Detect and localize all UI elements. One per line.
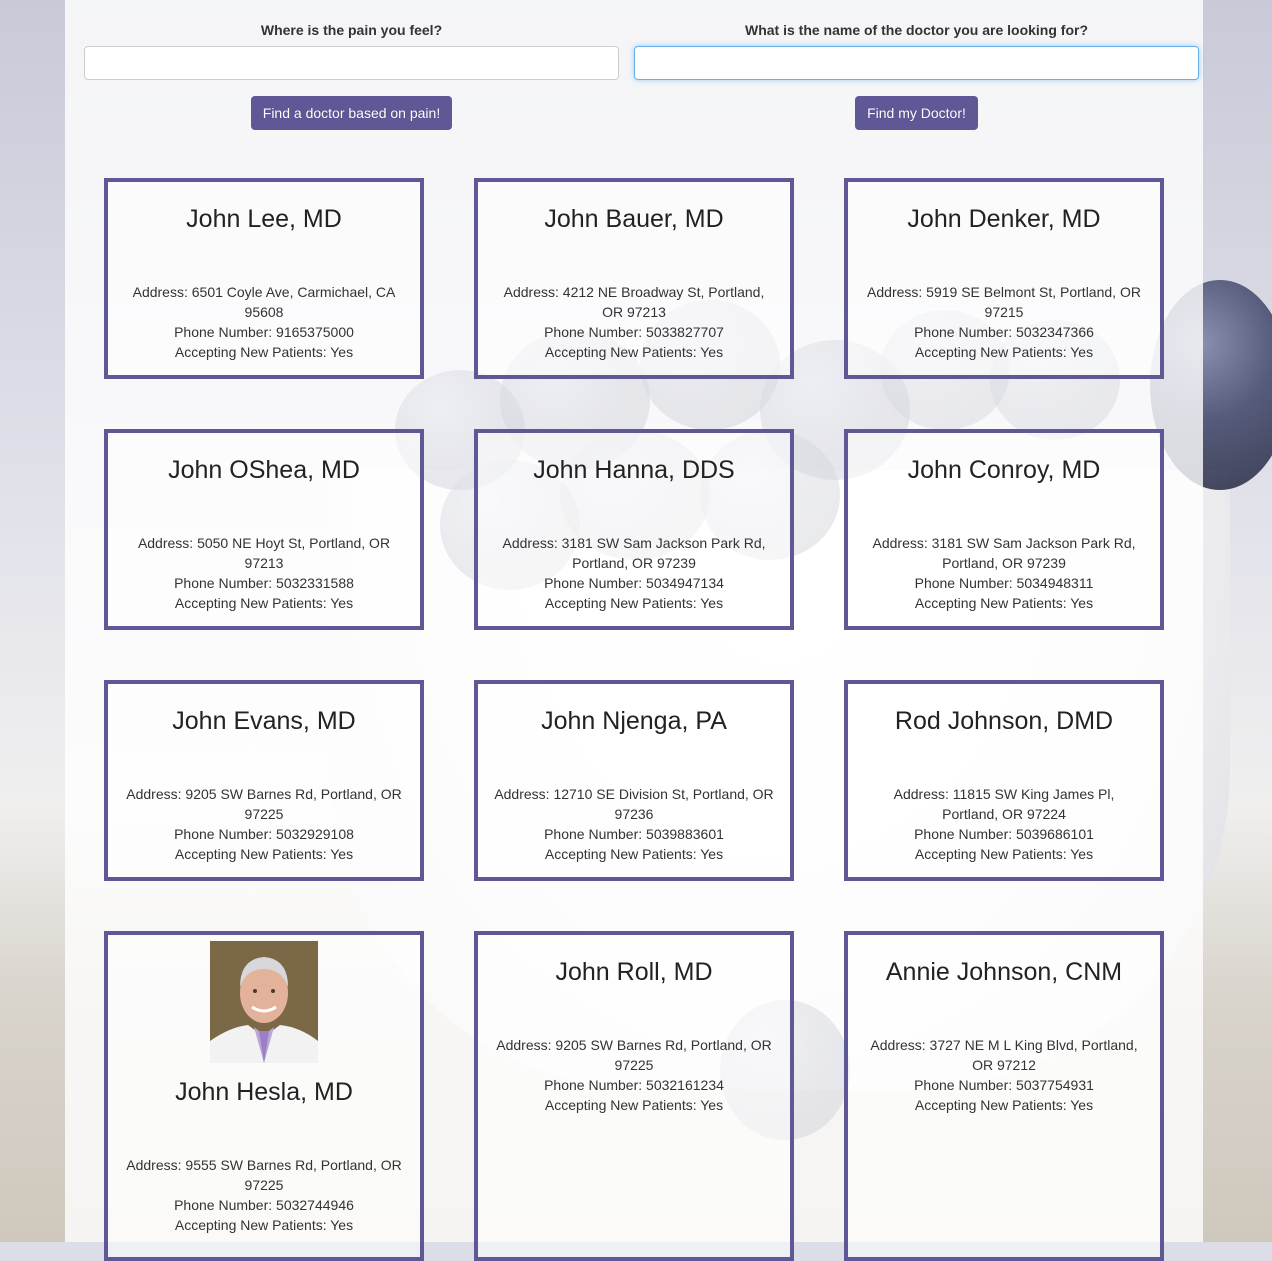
doctor-name: Rod Johnson, DMD bbox=[894, 707, 1114, 735]
doctor-name-input[interactable] bbox=[634, 46, 1199, 80]
doctor-info: Address: 6501 Coyle Ave, Carmichael, CA … bbox=[108, 282, 420, 362]
doctor-phone: Phone Number: 9165375000 bbox=[174, 324, 354, 340]
doctor-phone: Phone Number: 5032744946 bbox=[174, 1197, 354, 1213]
doctor-accepting: Accepting New Patients: Yes bbox=[174, 846, 354, 862]
doctor-address: Address: 9205 SW Barnes Rd, Portland, OR… bbox=[126, 786, 402, 822]
doctor-info: Address: 12710 SE Division St, Portland,… bbox=[478, 784, 790, 864]
doctor-name: John Bauer, MD bbox=[544, 205, 724, 233]
doctor-name: John Evans, MD bbox=[172, 707, 356, 735]
doctor-phone: Phone Number: 5034947134 bbox=[544, 575, 724, 591]
doctor-card[interactable]: John Denker, MD Address: 5919 SE Belmont… bbox=[844, 178, 1164, 379]
doctor-info: Address: 3181 SW Sam Jackson Park Rd, Po… bbox=[848, 533, 1160, 613]
doctor-card[interactable]: John Lee, MD Address: 6501 Coyle Ave, Ca… bbox=[104, 178, 424, 379]
pain-search-label: Where is the pain you feel? bbox=[260, 22, 443, 38]
doctor-accepting: Accepting New Patients: Yes bbox=[914, 846, 1094, 862]
doctor-card[interactable]: John Bauer, MD Address: 4212 NE Broadway… bbox=[474, 178, 794, 379]
doctor-card[interactable]: John Njenga, PA Address: 12710 SE Divisi… bbox=[474, 680, 794, 881]
doctor-name: John Lee, MD bbox=[186, 205, 342, 233]
doctor-address: Address: 6501 Coyle Ave, Carmichael, CA … bbox=[132, 284, 396, 320]
doctor-accepting: Accepting New Patients: Yes bbox=[544, 595, 724, 611]
doctor-accepting: Accepting New Patients: Yes bbox=[174, 1217, 354, 1233]
doctor-phone: Phone Number: 5033827707 bbox=[544, 324, 724, 340]
doctor-name: John Roll, MD bbox=[555, 958, 713, 986]
doctor-phone: Phone Number: 5037754931 bbox=[914, 1077, 1094, 1093]
doctor-card[interactable]: John Hesla, MD Address: 9555 SW Barnes R… bbox=[104, 931, 424, 1261]
doctor-accepting: Accepting New Patients: Yes bbox=[914, 344, 1094, 360]
doctor-accepting: Accepting New Patients: Yes bbox=[544, 1097, 724, 1113]
doctor-address: Address: 5919 SE Belmont St, Portland, O… bbox=[867, 284, 1141, 320]
doctor-accepting: Accepting New Patients: Yes bbox=[544, 344, 724, 360]
doctor-accepting: Accepting New Patients: Yes bbox=[544, 846, 724, 862]
doctor-card[interactable]: Rod Johnson, DMD Address: 11815 SW King … bbox=[844, 680, 1164, 881]
find-my-doctor-button[interactable]: Find my Doctor! bbox=[855, 96, 978, 130]
doctor-phone: Phone Number: 5032331588 bbox=[174, 575, 354, 591]
doctor-phone: Phone Number: 5032161234 bbox=[544, 1077, 724, 1093]
doctor-phone: Phone Number: 5032929108 bbox=[174, 826, 354, 842]
doctor-phone: Phone Number: 5039686101 bbox=[914, 826, 1094, 842]
doctor-name: John Hesla, MD bbox=[175, 1078, 353, 1106]
doctor-name: John Denker, MD bbox=[907, 205, 1101, 233]
doctor-search-label: What is the name of the doctor you are l… bbox=[744, 22, 1089, 38]
doctor-phone: Phone Number: 5032347366 bbox=[914, 324, 1094, 340]
doctor-phone: Phone Number: 5039883601 bbox=[544, 826, 724, 842]
doctor-card[interactable]: John Roll, MD Address: 9205 SW Barnes Rd… bbox=[474, 931, 794, 1261]
doctor-name: John Njenga, PA bbox=[541, 707, 727, 735]
doctor-search-section: What is the name of the doctor you are l… bbox=[634, 0, 1199, 130]
doctor-info: Address: 5919 SE Belmont St, Portland, O… bbox=[848, 282, 1160, 362]
doctor-address: Address: 3181 SW Sam Jackson Park Rd, Po… bbox=[502, 535, 766, 571]
doctor-address: Address: 3181 SW Sam Jackson Park Rd, Po… bbox=[872, 535, 1136, 571]
doctor-accepting: Accepting New Patients: Yes bbox=[174, 595, 354, 611]
doctor-accepting: Accepting New Patients: Yes bbox=[174, 344, 354, 360]
doctor-info: Address: 3727 NE M L King Blvd, Portland… bbox=[848, 1035, 1160, 1115]
doctor-card[interactable]: John Hanna, DDS Address: 3181 SW Sam Jac… bbox=[474, 429, 794, 630]
doctor-info: Address: 9555 SW Barnes Rd, Portland, OR… bbox=[108, 1155, 420, 1235]
doctor-photo bbox=[210, 941, 318, 1063]
pain-search-section: Where is the pain you feel? Find a docto… bbox=[84, 0, 619, 130]
doctor-info: Address: 3181 SW Sam Jackson Park Rd, Po… bbox=[478, 533, 790, 613]
doctor-info: Address: 4212 NE Broadway St, Portland, … bbox=[478, 282, 790, 362]
doctor-info: Address: 9205 SW Barnes Rd, Portland, OR… bbox=[478, 1035, 790, 1115]
doctor-card[interactable]: John OShea, MD Address: 5050 NE Hoyt St,… bbox=[104, 429, 424, 630]
doctor-address: Address: 5050 NE Hoyt St, Portland, OR 9… bbox=[137, 535, 391, 571]
doctor-card[interactable]: John Evans, MD Address: 9205 SW Barnes R… bbox=[104, 680, 424, 881]
doctor-info: Address: 9205 SW Barnes Rd, Portland, OR… bbox=[108, 784, 420, 864]
pain-search-input[interactable] bbox=[84, 46, 619, 80]
doctor-accepting: Accepting New Patients: Yes bbox=[914, 1097, 1094, 1113]
doctor-address: Address: 4212 NE Broadway St, Portland, … bbox=[503, 284, 765, 320]
doctor-address: Address: 11815 SW King James Pl, Portlan… bbox=[893, 786, 1115, 822]
doctor-name: John Conroy, MD bbox=[907, 456, 1101, 484]
doctor-name: Annie Johnson, CNM bbox=[885, 958, 1123, 986]
doctor-card[interactable]: Annie Johnson, CNM Address: 3727 NE M L … bbox=[844, 931, 1164, 1261]
doctor-info: Address: 5050 NE Hoyt St, Portland, OR 9… bbox=[108, 533, 420, 613]
find-doctor-by-pain-button[interactable]: Find a doctor based on pain! bbox=[250, 96, 453, 130]
doctor-address: Address: 12710 SE Division St, Portland,… bbox=[494, 786, 774, 822]
doctor-address: Address: 3727 NE M L King Blvd, Portland… bbox=[870, 1037, 1138, 1073]
doctor-address: Address: 9205 SW Barnes Rd, Portland, OR… bbox=[496, 1037, 772, 1073]
doctor-name: John Hanna, DDS bbox=[533, 456, 735, 484]
doctor-address: Address: 9555 SW Barnes Rd, Portland, OR… bbox=[126, 1157, 402, 1193]
main-container: Where is the pain you feel? Find a docto… bbox=[65, 0, 1203, 1261]
doctor-card[interactable]: John Conroy, MD Address: 3181 SW Sam Jac… bbox=[844, 429, 1164, 630]
doctor-phone: Phone Number: 5034948311 bbox=[914, 575, 1094, 591]
doctor-accepting: Accepting New Patients: Yes bbox=[914, 595, 1094, 611]
doctor-name: John OShea, MD bbox=[168, 456, 360, 484]
doctor-info: Address: 11815 SW King James Pl, Portlan… bbox=[848, 784, 1160, 864]
